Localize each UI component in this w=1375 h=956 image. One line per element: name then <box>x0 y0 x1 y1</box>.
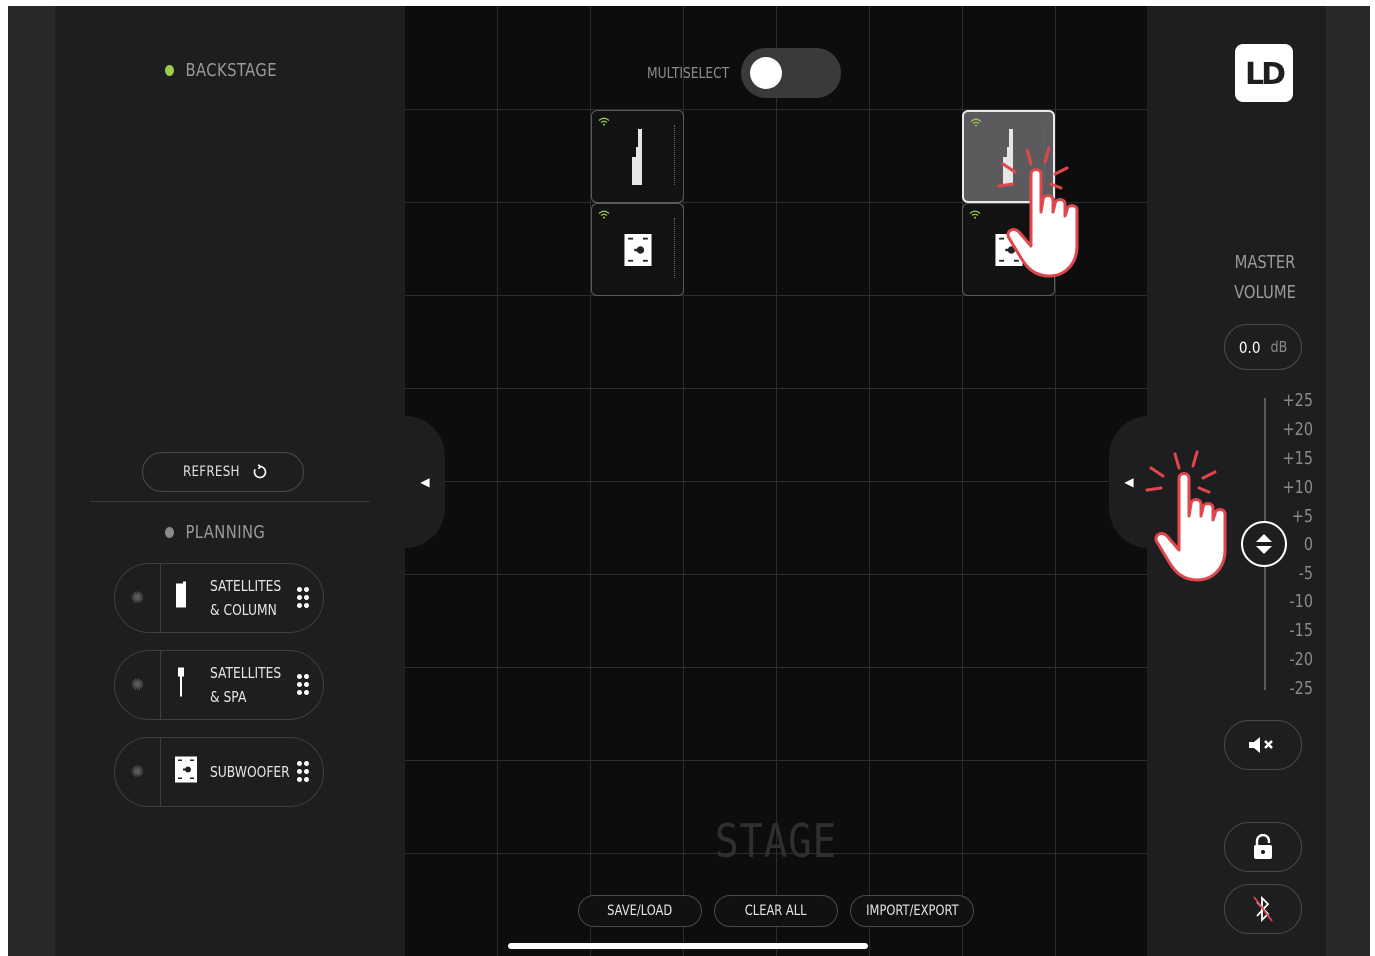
mute-button[interactable] <box>1224 720 1302 770</box>
scale-tick: -15 <box>1289 620 1313 641</box>
wifi-icon <box>970 118 982 127</box>
level-meter <box>1045 218 1046 278</box>
master-volume-label: MASTER VOLUME <box>1234 252 1296 303</box>
left-edge <box>8 6 55 956</box>
volume-value: 0.0 <box>1239 337 1261 357</box>
preset-lamp-icon[interactable]: ✺ <box>115 651 161 719</box>
multiselect-control: MULTISELECT <box>629 48 842 98</box>
subwoofer-icon <box>994 233 1023 266</box>
bluetooth-button[interactable] <box>1224 884 1302 934</box>
volume-value-display[interactable]: 0.0 dB <box>1224 324 1302 370</box>
backstage-label: BACKSTAGE <box>185 60 277 81</box>
scale-tick: +15 <box>1282 448 1313 469</box>
scale-tick: -10 <box>1289 591 1313 612</box>
wifi-icon <box>598 210 610 219</box>
preset-subwoofer[interactable]: ✺ SUBWOOFER <box>114 737 324 807</box>
stage-title: STAGE <box>715 814 837 868</box>
drag-handle-icon[interactable] <box>297 674 309 696</box>
satellite-stand-icon <box>175 667 187 704</box>
toggle-knob <box>750 57 783 89</box>
lock-button[interactable] <box>1224 822 1302 872</box>
up-down-arrows-icon <box>1256 534 1272 554</box>
column-speaker-icon <box>631 128 642 185</box>
drag-handle-icon[interactable] <box>297 587 309 609</box>
column-speaker-icon <box>1002 128 1013 185</box>
wifi-icon <box>969 210 981 219</box>
device-tile-column-selected[interactable] <box>962 110 1055 203</box>
svg-text:LD: LD <box>1245 57 1285 90</box>
scale-tick: +20 <box>1282 419 1313 440</box>
scale-tick: +25 <box>1282 390 1313 411</box>
import-export-button[interactable]: IMPORT/EXPORT <box>850 895 974 927</box>
scale-tick: +5 <box>1291 506 1313 527</box>
backstage-status: BACKSTAGE <box>165 60 277 81</box>
refresh-button[interactable]: REFRESH <box>142 452 304 492</box>
preset-label: SATELLITES & COLUMN <box>210 577 282 619</box>
unlock-icon <box>1254 834 1272 859</box>
chevron-left-icon: ◀ <box>420 475 430 489</box>
scale-tick: -20 <box>1289 649 1313 670</box>
level-meter <box>674 218 675 278</box>
device-tile-subwoofer[interactable] <box>962 203 1055 296</box>
multiselect-toggle[interactable] <box>741 48 842 98</box>
column-speaker-icon <box>175 581 187 615</box>
volume-unit: dB <box>1270 338 1288 356</box>
multiselect-label: MULTISELECT <box>647 64 730 82</box>
refresh-icon <box>254 464 267 479</box>
level-meter <box>1044 126 1045 186</box>
volume-slider-thumb[interactable] <box>1241 521 1287 567</box>
scale-tick: +10 <box>1282 477 1313 498</box>
wifi-icon <box>598 117 610 126</box>
device-tile-subwoofer[interactable] <box>591 203 684 296</box>
right-edge <box>1326 6 1370 956</box>
preset-lamp-icon[interactable]: ✺ <box>115 738 161 806</box>
collapse-right-panel-handle[interactable]: ◀ <box>1109 416 1149 548</box>
home-indicator[interactable] <box>508 943 868 949</box>
scale-tick: -5 <box>1298 563 1313 584</box>
left-panel: BACKSTAGE REFRESH PLANNING ✺ SATELLITES … <box>55 6 405 956</box>
drag-handle-icon[interactable] <box>297 761 309 783</box>
clear-all-button[interactable]: CLEAR ALL <box>714 895 838 927</box>
stage-canvas[interactable]: MULTISELECT STAGE SAVE/LOAD CLEAR ALL IM… <box>405 6 1147 956</box>
preset-satellites-column[interactable]: ✺ SATELLITES & COLUMN <box>114 563 324 633</box>
planning-status: PLANNING <box>165 522 265 543</box>
device-tile-column[interactable] <box>591 110 684 203</box>
save-load-button[interactable]: SAVE/LOAD <box>578 895 702 927</box>
ld-logo: LD <box>1235 44 1293 102</box>
refresh-label: REFRESH <box>182 464 240 480</box>
preset-label: SATELLITES & SPA <box>210 664 282 706</box>
subwoofer-icon <box>175 756 197 788</box>
preset-lamp-icon[interactable]: ✺ <box>115 564 161 632</box>
panel-divider <box>90 501 370 502</box>
planning-label: PLANNING <box>185 522 266 543</box>
collapse-left-panel-handle[interactable]: ◀ <box>405 416 445 548</box>
chevron-left-icon: ◀ <box>1124 475 1134 489</box>
backstage-status-dot <box>165 65 175 76</box>
level-meter <box>674 125 675 185</box>
app-window: BACKSTAGE REFRESH PLANNING ✺ SATELLITES … <box>8 6 1370 956</box>
preset-label: SUBWOOFER <box>210 763 290 781</box>
planning-status-dot <box>165 527 175 538</box>
scale-tick: -25 <box>1289 678 1313 699</box>
preset-satellites-spa[interactable]: ✺ SATELLITES & SPA <box>114 650 324 720</box>
right-panel: LD MASTER VOLUME 0.0 dB +25 +20 +15 +10 … <box>1147 6 1326 956</box>
bluetooth-off-icon <box>1253 895 1273 923</box>
subwoofer-icon <box>623 233 652 266</box>
speaker-mute-icon <box>1249 737 1273 753</box>
